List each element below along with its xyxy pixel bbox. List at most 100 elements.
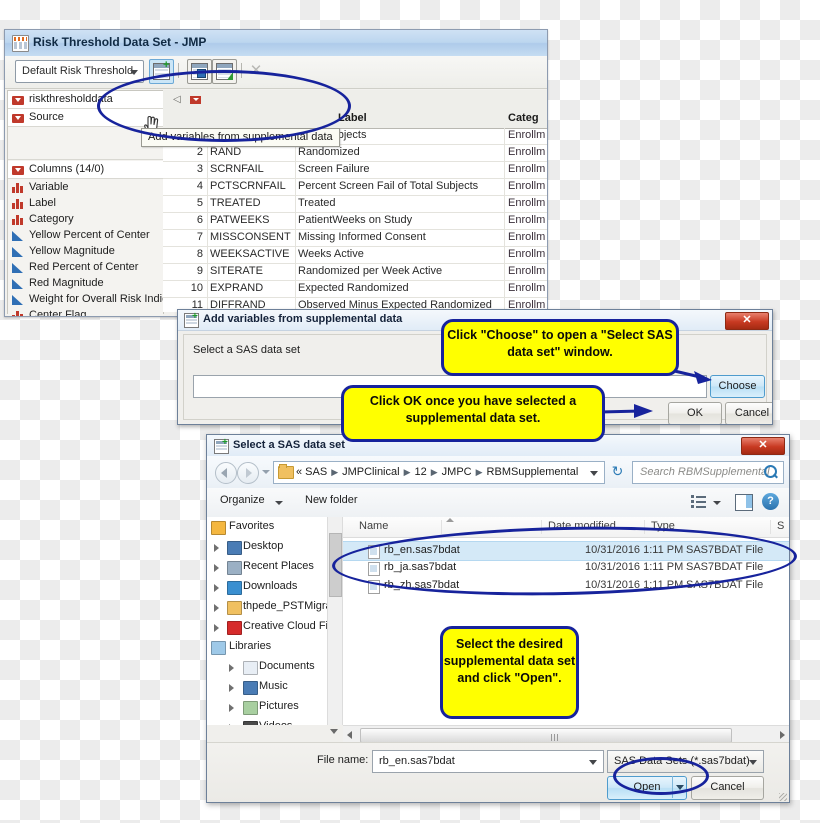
column-list-item[interactable]: Red Percent of Center bbox=[8, 260, 163, 276]
grid-rows[interactable]: 1TOTALTotal SubjectsEnrollm2RANDRandomiz… bbox=[163, 128, 547, 312]
columns-list[interactable]: VariableLabelCategoryYellow Percent of C… bbox=[8, 179, 163, 317]
scrollbar-thumb[interactable] bbox=[329, 533, 342, 597]
close-icon[interactable]: ✕ bbox=[725, 312, 769, 330]
save-table-button[interactable] bbox=[187, 59, 212, 84]
chevron-right-icon[interactable] bbox=[214, 544, 219, 552]
column-list-item[interactable]: Label bbox=[8, 196, 163, 212]
chevron-right-icon[interactable] bbox=[229, 724, 234, 725]
search-input[interactable]: Search RBMSupplemental bbox=[632, 461, 784, 484]
columns-header-row[interactable]: Columns (14/0) bbox=[8, 161, 163, 179]
breadcrumb[interactable]: « SAS▶JMPClinical▶12▶JMPC▶RBMSupplementa… bbox=[273, 461, 605, 484]
red-triangle-menu-icon[interactable] bbox=[12, 114, 24, 123]
cancel-button[interactable]: Cancel bbox=[725, 402, 773, 425]
help-icon[interactable]: ? bbox=[762, 493, 779, 510]
table-row[interactable]: 7MISSCONSENTMissing Informed ConsentEnro… bbox=[163, 230, 547, 247]
forward-button[interactable] bbox=[237, 462, 259, 484]
jmp-data-table-window[interactable]: Risk Threshold Data Set - JMP Default Ri… bbox=[4, 29, 548, 317]
table-name-row[interactable]: riskthresholddata bbox=[8, 91, 163, 109]
choose-button[interactable]: Choose bbox=[710, 375, 765, 398]
grid-column-headers[interactable]: Label Categ bbox=[163, 110, 547, 129]
nav-pane-item[interactable]: Desktop bbox=[207, 537, 342, 557]
edit-table-button[interactable] bbox=[212, 59, 237, 84]
file-dialog-navigation-bar[interactable]: « SAS▶JMPClinical▶12▶JMPC▶RBMSupplementa… bbox=[207, 456, 789, 489]
table-row[interactable]: 10EXPRANDExpected RandomizedEnrollm bbox=[163, 281, 547, 298]
red-triangle-menu-icon[interactable] bbox=[12, 166, 24, 175]
column-list-item[interactable]: Center Flag bbox=[8, 308, 163, 317]
table-row[interactable]: 5TREATEDTreatedEnrollm bbox=[163, 196, 547, 213]
recent-locations-icon[interactable] bbox=[262, 470, 270, 474]
scroll-right-icon[interactable] bbox=[780, 731, 785, 739]
file-list-horizontal-scrollbar[interactable] bbox=[343, 725, 789, 743]
organize-button[interactable]: Organize bbox=[220, 494, 265, 506]
chevron-down-icon[interactable] bbox=[590, 471, 598, 476]
preview-pane-icon[interactable] bbox=[735, 494, 753, 511]
column-list-item[interactable]: Variable bbox=[8, 180, 163, 196]
nav-pane-item[interactable]: Recent Places bbox=[207, 557, 342, 577]
table-row[interactable]: 8WEEKSACTIVEWeeks ActiveEnrollm bbox=[163, 247, 547, 264]
column-list-item[interactable]: Weight for Overall Risk Indicat bbox=[8, 292, 163, 308]
column-list-item[interactable]: Yellow Percent of Center bbox=[8, 228, 163, 244]
ok-button[interactable]: OK bbox=[668, 402, 722, 425]
file-list-item[interactable]: rb_ja.sas7bdat10/31/2016 1:11 PMSAS7BDAT… bbox=[343, 559, 789, 577]
source-row[interactable]: Source bbox=[8, 109, 163, 127]
cancel-button[interactable]: Cancel bbox=[691, 776, 764, 800]
nav-pane-item[interactable]: Documents bbox=[207, 657, 342, 677]
navigation-pane-scroll-down-icon[interactable] bbox=[330, 729, 338, 734]
chevron-right-icon[interactable] bbox=[229, 664, 234, 672]
column-list-item[interactable]: Category bbox=[8, 212, 163, 228]
new-folder-button[interactable]: New folder bbox=[305, 494, 358, 506]
file-list-item[interactable]: rb_en.sas7bdat10/31/2016 1:11 PMSAS7BDAT… bbox=[343, 541, 789, 561]
chevron-right-icon[interactable] bbox=[214, 624, 219, 632]
column-header-name[interactable]: Name bbox=[359, 520, 388, 532]
chevron-right-icon[interactable] bbox=[214, 604, 219, 612]
nav-pane-item[interactable]: thpede_PSTMigrati bbox=[207, 597, 342, 617]
table-row[interactable]: 9SITERATERandomized per Week ActiveEnrol… bbox=[163, 264, 547, 281]
chevron-down-icon[interactable] bbox=[713, 501, 721, 505]
navigation-pane[interactable]: FavoritesDesktopRecent PlacesDownloadsth… bbox=[207, 517, 343, 725]
refresh-icon[interactable]: ↻ bbox=[608, 462, 627, 481]
nav-pane-item[interactable]: Libraries bbox=[207, 637, 342, 657]
scrollbar-thumb[interactable] bbox=[360, 728, 732, 743]
jmp-title-bar[interactable]: Risk Threshold Data Set - JMP bbox=[5, 30, 547, 57]
chevron-right-icon[interactable] bbox=[229, 704, 234, 712]
jmp-data-grid[interactable]: ◁ Label Categ 1TOTALTotal SubjectsEnroll… bbox=[163, 90, 547, 312]
breadcrumb-segment[interactable]: RBMSupplemental bbox=[487, 466, 579, 478]
chevron-right-icon[interactable] bbox=[229, 684, 234, 692]
file-name-input[interactable]: rb_en.sas7bdat bbox=[372, 750, 604, 773]
column-list-item[interactable]: Yellow Magnitude bbox=[8, 244, 163, 260]
nav-pane-item[interactable]: Music bbox=[207, 677, 342, 697]
scroll-left-icon[interactable] bbox=[347, 731, 352, 739]
add-variables-from-supplemental-data-button[interactable]: + bbox=[149, 59, 174, 84]
resize-grip[interactable] bbox=[779, 793, 787, 801]
table-row[interactable]: 2RANDRandomizedEnrollm bbox=[163, 145, 547, 162]
file-type-filter-dropdown[interactable]: SAS Data Sets (*.sas7bdat) bbox=[607, 750, 764, 773]
chevron-right-icon[interactable] bbox=[214, 564, 219, 572]
red-triangle-menu-icon[interactable] bbox=[12, 96, 24, 105]
view-mode-icon[interactable] bbox=[691, 495, 706, 509]
column-list-item[interactable]: Red Magnitude bbox=[8, 276, 163, 292]
select-sas-data-set-dialog[interactable]: + Select a SAS data set ✕ « SAS▶JMPClini… bbox=[206, 434, 790, 803]
breadcrumb-segment[interactable]: « SAS bbox=[296, 466, 327, 478]
breadcrumb-segment[interactable]: 12 bbox=[415, 466, 427, 478]
table-row[interactable]: 3SCRNFAILScreen FailureEnrollm bbox=[163, 162, 547, 179]
close-icon[interactable]: ✕ bbox=[741, 437, 785, 455]
breadcrumb-segment[interactable]: JMPClinical bbox=[342, 466, 399, 478]
column-header-date-modified[interactable]: Date modified bbox=[548, 520, 616, 532]
chevron-down-icon[interactable] bbox=[275, 501, 283, 505]
navigation-pane-scrollbar[interactable] bbox=[327, 517, 342, 725]
table-row[interactable]: 6PATWEEKSPatientWeeks on StudyEnrollm bbox=[163, 213, 547, 230]
file-list-item[interactable]: rb_zh.sas7bdat10/31/2016 1:11 PMSAS7BDAT… bbox=[343, 577, 789, 595]
nav-pane-item[interactable]: Creative Cloud File bbox=[207, 617, 342, 637]
jmp-toolbar[interactable]: Default Risk Threshold + ✕ bbox=[5, 56, 547, 89]
nav-pane-item[interactable]: Favorites bbox=[207, 517, 342, 537]
chevron-right-icon[interactable] bbox=[214, 584, 219, 592]
file-list-column-headers[interactable]: Name Date modified Type S bbox=[343, 517, 789, 538]
column-header-size[interactable]: S bbox=[777, 520, 784, 532]
delete-button[interactable]: ✕ bbox=[249, 64, 263, 78]
chevron-down-icon[interactable] bbox=[589, 760, 597, 765]
open-split-dropdown[interactable] bbox=[672, 776, 686, 798]
column-collapse-icon[interactable]: ◁ bbox=[173, 94, 181, 105]
red-triangle-menu-icon[interactable] bbox=[190, 96, 201, 104]
nav-pane-item[interactable]: Downloads bbox=[207, 577, 342, 597]
breadcrumb-segment[interactable]: JMPC bbox=[442, 466, 472, 478]
